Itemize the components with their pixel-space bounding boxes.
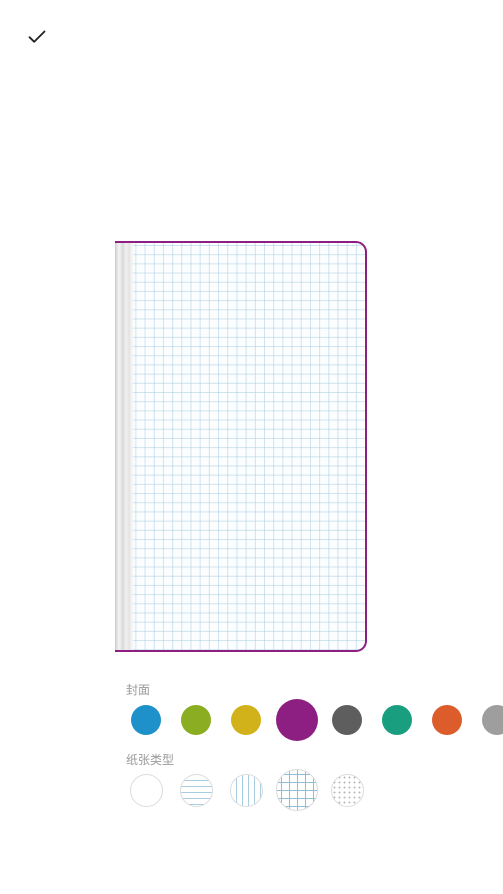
paper-type-vertical-lines[interactable]: [230, 774, 263, 807]
cover-color-green[interactable]: [181, 705, 211, 735]
cover-color-orange[interactable]: [432, 705, 462, 735]
checkmark-icon: [28, 30, 46, 43]
cover-color-teal[interactable]: [382, 705, 412, 735]
cover-color-light-gray[interactable]: [482, 705, 503, 735]
cover-section-label: 封面: [126, 683, 151, 697]
done-button[interactable]: [20, 20, 54, 54]
cover-color-purple-selected[interactable]: [276, 699, 318, 741]
notebook-spine: [115, 243, 134, 650]
paper-type-dotted[interactable]: [331, 774, 364, 807]
paper-type-blank[interactable]: [130, 774, 163, 807]
cover-color-yellow[interactable]: [231, 705, 261, 735]
cover-color-gray[interactable]: [332, 705, 362, 735]
notebook-preview: [115, 241, 367, 652]
paper-type-lined[interactable]: [180, 774, 213, 807]
paper-type-section-label: 纸张类型: [126, 753, 175, 767]
notebook-style-screen: 封面 纸张类型: [0, 0, 503, 894]
paper-type-grid-selected[interactable]: [276, 769, 318, 811]
cover-color-blue[interactable]: [131, 705, 161, 735]
